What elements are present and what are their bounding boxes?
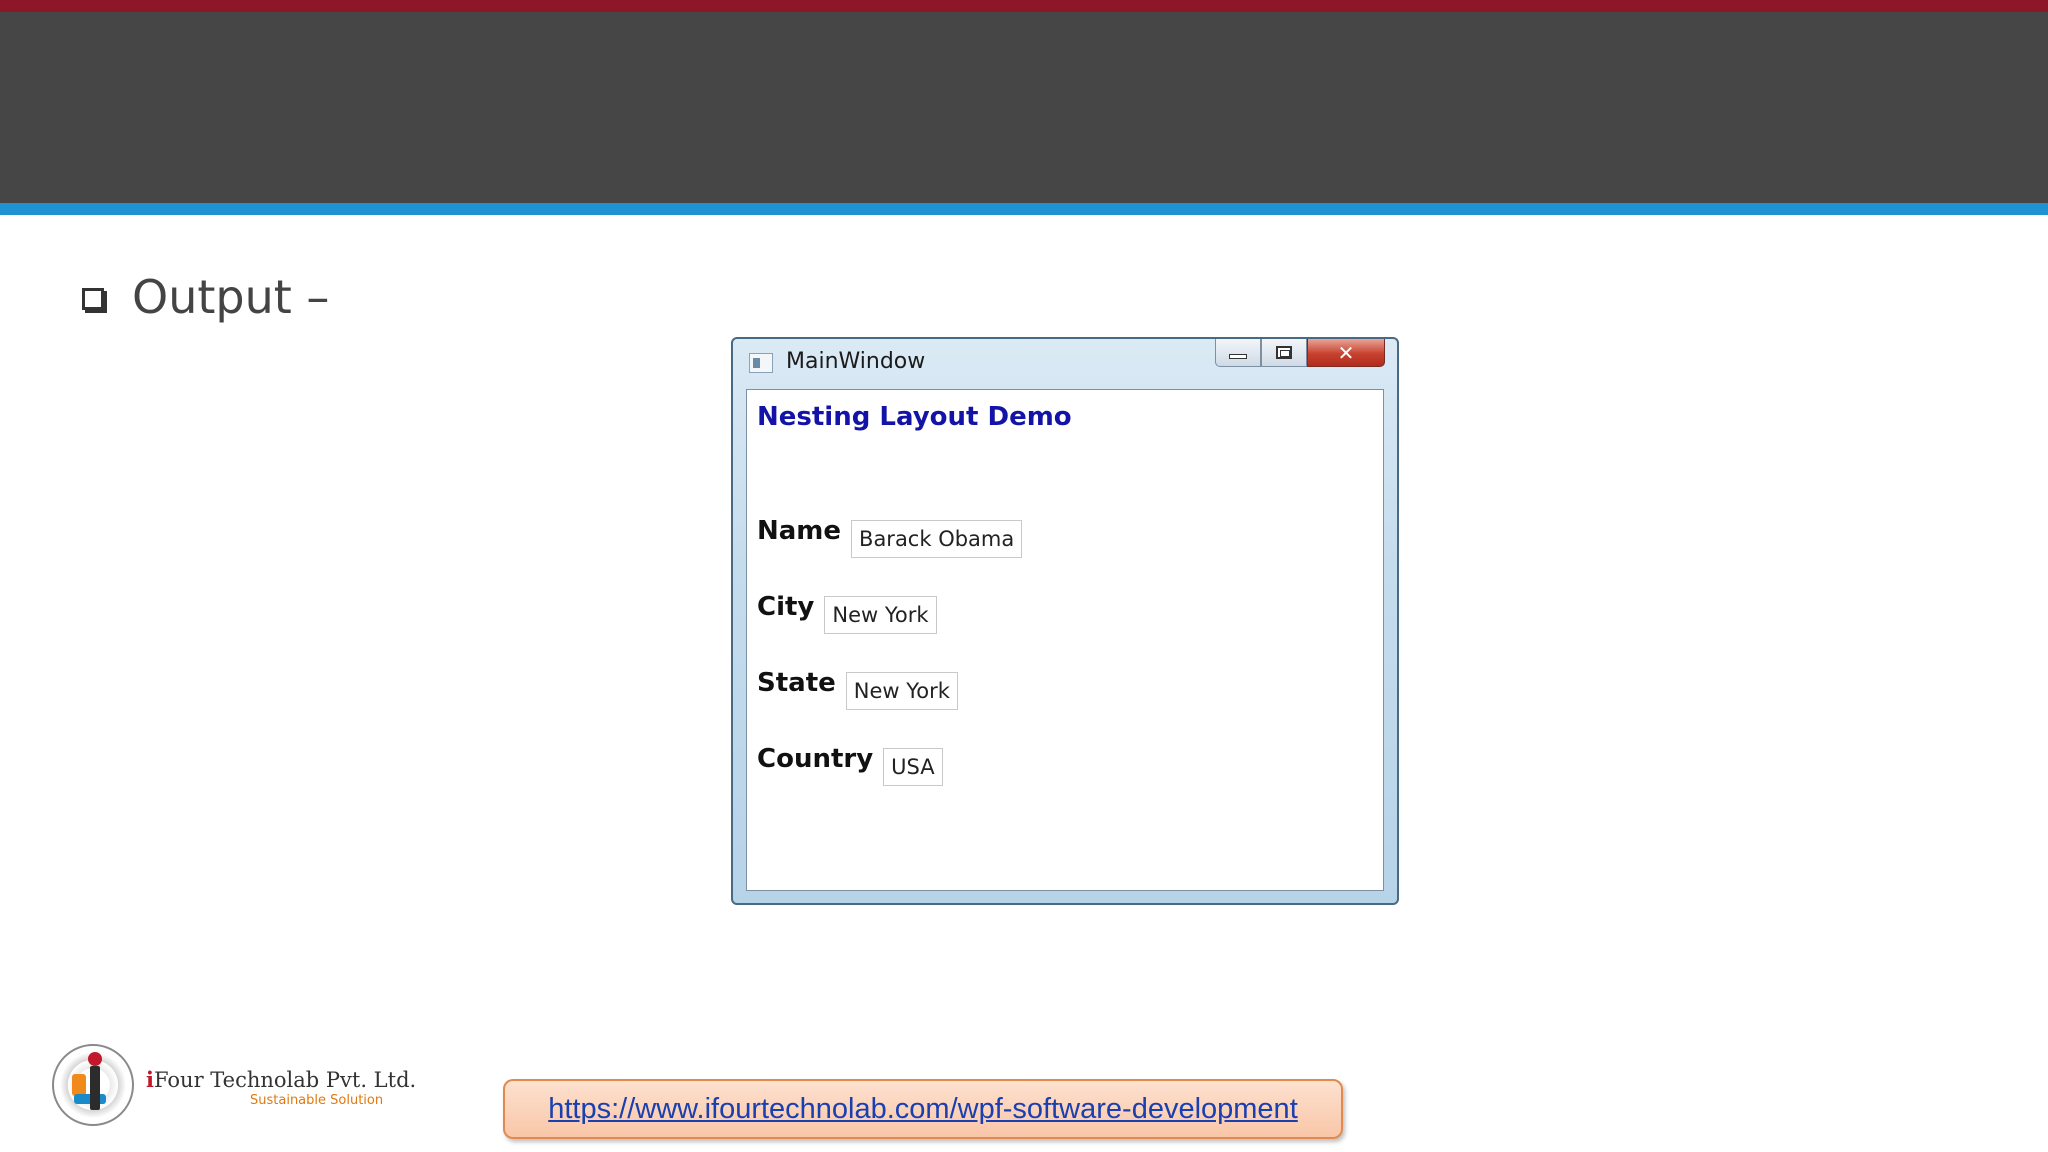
state-label: State [757,668,836,698]
country-row: Country USA [757,742,943,786]
city-textbox[interactable]: New York [824,596,937,634]
name-textbox[interactable]: Barack Obama [851,520,1023,558]
window-app-icon [749,353,773,373]
country-label: Country [757,744,874,774]
country-textbox[interactable]: USA [883,748,943,786]
close-button[interactable]: ✕ [1307,339,1385,367]
window-title: MainWindow [786,349,926,374]
square-bullet-icon [82,288,104,310]
state-row: State New York [757,666,958,710]
window-controls: ✕ [1215,339,1385,369]
logo-i-mark [90,1066,100,1110]
window-client-area: Nesting Layout Demo Name Barack Obama Ci… [746,389,1384,891]
company-tagline: Sustainable Solution [250,1093,384,1108]
maximize-button[interactable] [1261,339,1307,367]
header-underline [0,203,2048,215]
url-callout: https://www.ifourtechnolab.com/wpf-softw… [503,1079,1343,1139]
company-name: iFour Technolab Pvt. Ltd. [146,1067,416,1092]
city-row: City New York [757,590,937,634]
website-link[interactable]: https://www.ifourtechnolab.com/wpf-softw… [548,1093,1298,1126]
output-bullet: Output – [82,262,329,332]
main-window: MainWindow ✕ Nesting Layout Demo Name Ba… [731,337,1399,905]
logo-orange-mark [72,1074,86,1096]
close-icon: ✕ [1337,340,1355,365]
demo-heading: Nesting Layout Demo [757,402,1072,432]
top-accent-band [0,0,2048,12]
slide-header-bar [0,12,2048,203]
minimize-button[interactable] [1215,339,1261,367]
company-logo-icon [52,1044,134,1126]
minimize-icon [1229,354,1247,359]
bullet-text: Output – [132,270,330,324]
company-name-initial: i [146,1067,154,1092]
name-row: Name Barack Obama [757,514,1023,558]
logo-dot-mark [88,1052,102,1066]
city-label: City [757,592,815,622]
maximize-icon [1276,346,1292,359]
state-textbox[interactable]: New York [845,672,958,710]
name-label: Name [757,516,842,546]
company-name-rest: Four Technolab Pvt. Ltd. [153,1068,417,1092]
